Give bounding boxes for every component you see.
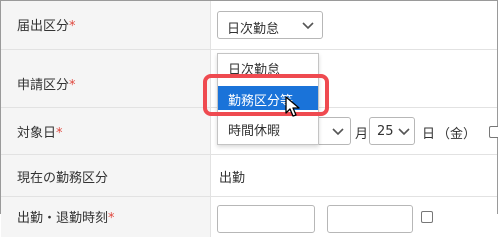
current-work-category-value: 出勤 <box>219 171 246 186</box>
value-cell: 日次勤怠 <box>211 1 497 49</box>
day-select[interactable]: 25 <box>369 117 415 145</box>
row-notification-type: 届出区分* 日次勤怠 <box>1 1 497 50</box>
clock-in-field[interactable] <box>217 205 315 233</box>
select-value: 日次勤怠 <box>227 22 280 37</box>
label-cell: 出勤・退勤時刻* <box>1 197 211 237</box>
clock-out-field[interactable] <box>327 205 413 233</box>
row-label: 申請区分 <box>17 78 70 93</box>
row-label: 対象日 <box>17 126 57 141</box>
row-current-work-category: 現在の勤務区分 出勤 <box>1 155 497 197</box>
row-clock-in-out: 出勤・退勤時刻* <box>1 197 497 237</box>
month-unit: 月 <box>355 127 369 142</box>
label-cell: 届出区分* <box>1 1 211 49</box>
select-value: 25 <box>377 124 394 139</box>
row-label: 届出区分 <box>17 19 70 34</box>
weekday: （金） <box>437 127 477 142</box>
label-cell: 対象日* <box>1 108 211 154</box>
value-cell <box>211 197 497 237</box>
value-cell: 出勤 <box>211 155 497 196</box>
label-cell: 申請区分* <box>1 50 211 107</box>
checkbox[interactable] <box>489 126 498 138</box>
label-cell: 現在の勤務区分 <box>1 155 211 196</box>
dropdown-option-hourly-leave[interactable]: 時間休暇 <box>218 117 318 139</box>
row-label: 出勤・退勤時刻 <box>17 211 109 226</box>
required-marker: * <box>56 126 63 141</box>
highlight-annotation <box>203 74 329 116</box>
notification-type-select[interactable]: 日次勤怠 <box>217 11 323 39</box>
chevron-down-icon <box>302 22 314 30</box>
row-label: 現在の勤務区分 <box>17 171 109 186</box>
chevron-down-icon <box>398 128 410 136</box>
chevron-down-icon <box>332 128 344 136</box>
required-marker: * <box>69 78 76 93</box>
mouse-cursor-icon <box>285 96 300 117</box>
required-marker: * <box>69 19 76 34</box>
checkbox[interactable] <box>421 211 433 223</box>
required-marker: * <box>108 211 115 226</box>
day-unit: 日 <box>422 127 436 142</box>
